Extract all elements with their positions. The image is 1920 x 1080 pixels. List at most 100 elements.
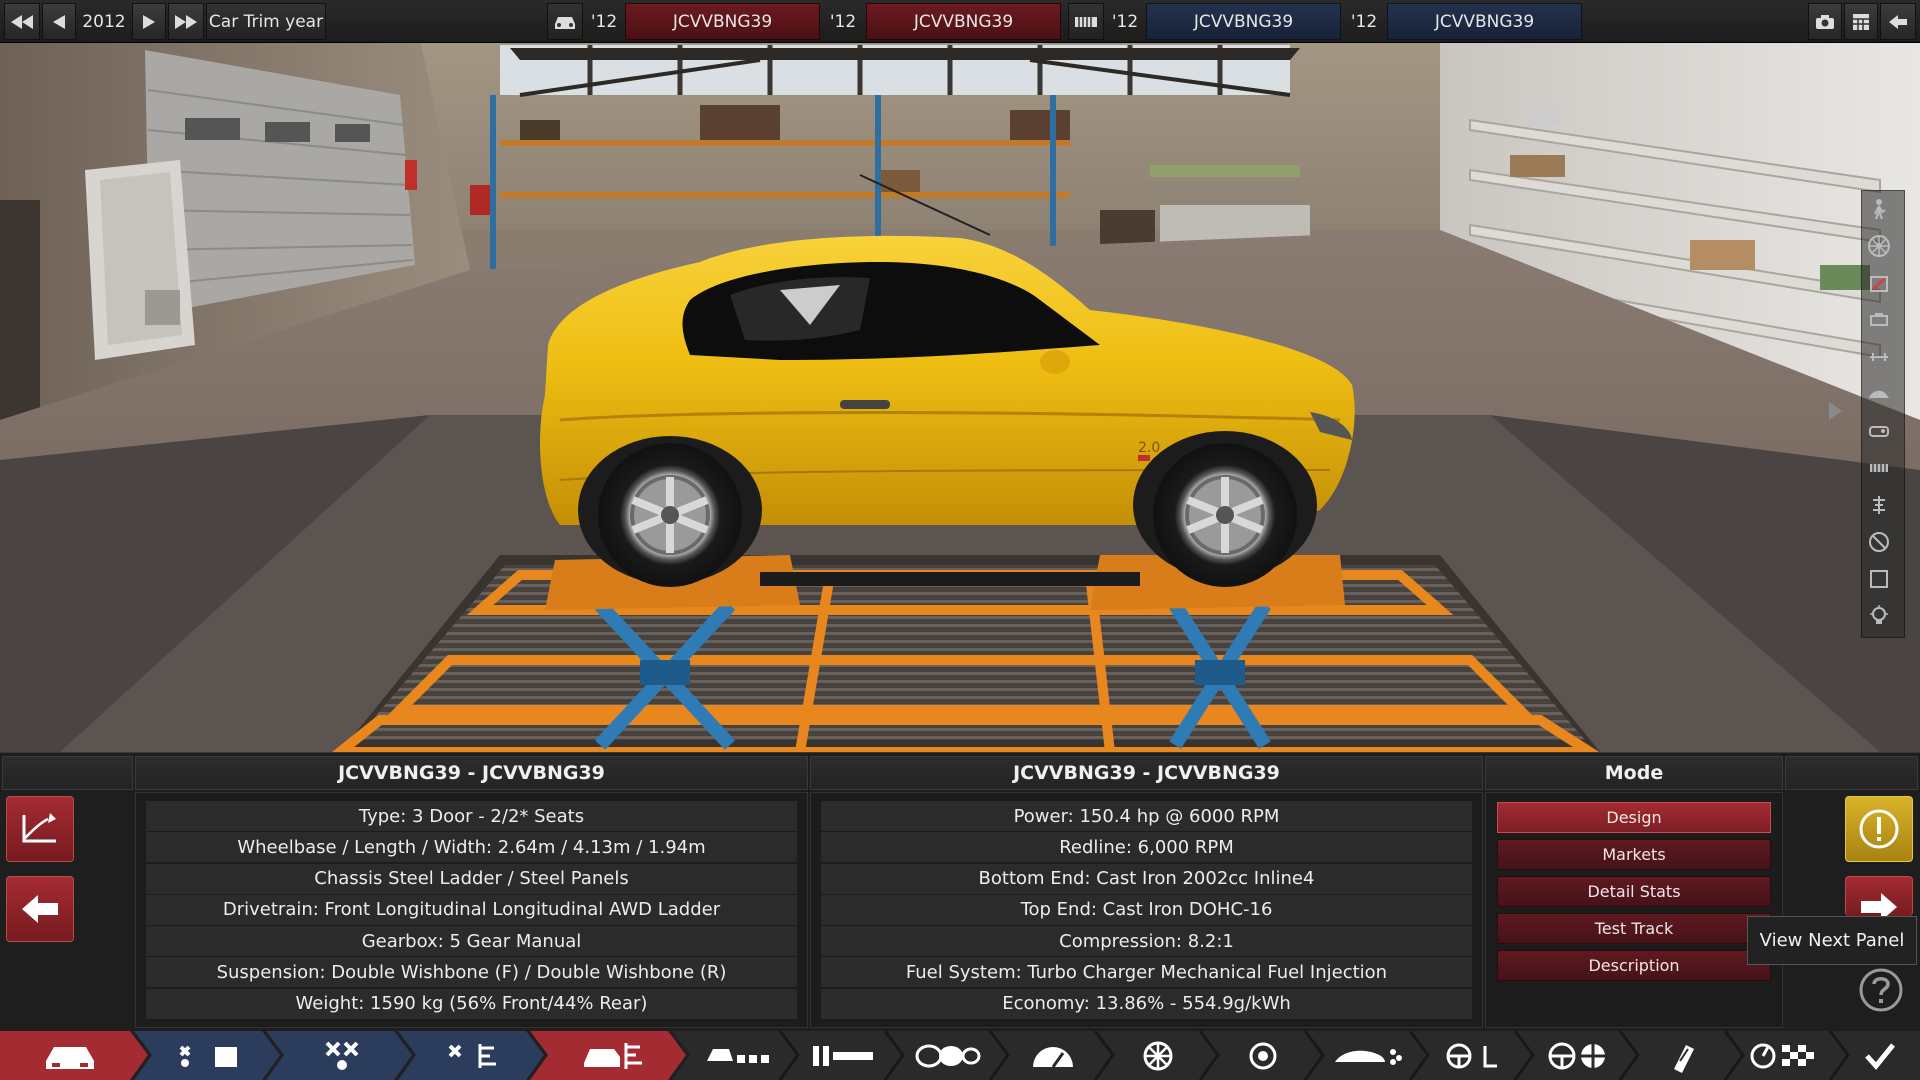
suspension-view-button[interactable] <box>1867 493 1901 527</box>
fuel-system-icon <box>448 1043 496 1068</box>
engine-family-selector[interactable]: JCVVBNG39 <box>1146 3 1341 40</box>
tab-steering[interactable] <box>1425 1031 1520 1080</box>
tab-finish[interactable] <box>1845 1031 1915 1080</box>
car-front-icon <box>46 1046 94 1069</box>
corner-arrow-icon <box>22 813 56 843</box>
checkmark-icon <box>1865 1042 1895 1070</box>
tab-engine-block[interactable] <box>155 1031 265 1080</box>
year-back-fast-button[interactable] <box>4 3 40 40</box>
calculator-button[interactable] <box>1844 3 1878 40</box>
tab-engine-head[interactable] <box>287 1031 397 1080</box>
engine-icon <box>1870 313 1888 326</box>
chassis-icon <box>1870 353 1888 361</box>
car-dimensions: Wheelbase / Length / Width: 2.64m / 4.13… <box>146 832 797 863</box>
back-button[interactable] <box>6 876 74 942</box>
engine-redline: Redline: 6,000 RPM <box>821 832 1472 863</box>
tab-test-drive[interactable] <box>1735 1031 1835 1080</box>
year-forward-button[interactable] <box>132 3 166 40</box>
tab-wheels[interactable] <box>1110 1031 1205 1080</box>
arrow-left-icon <box>22 895 58 923</box>
model-year: '12 <box>590 11 618 32</box>
expand-toolbar-button[interactable] <box>1826 400 1856 430</box>
tab-car-model[interactable] <box>20 1031 120 1080</box>
engine-bottom-end: Bottom End: Cast Iron 2002cc Inline4 <box>821 863 1472 894</box>
engine-variant-selector[interactable]: JCVVBNG39 <box>1387 3 1582 40</box>
engine-block-icon <box>1075 16 1097 27</box>
mode-test-track-button[interactable]: Test Track <box>1497 913 1771 944</box>
tab-safety[interactable] <box>1635 1031 1730 1080</box>
body-view-button[interactable] <box>1867 382 1901 416</box>
car-gearbox: Gearbox: 5 Gear Manual <box>146 926 797 957</box>
fixture-icon <box>1869 426 1889 437</box>
screenshot-button[interactable] <box>1808 3 1842 40</box>
calculator-icon <box>1853 13 1869 30</box>
tab-interior[interactable] <box>1530 1031 1625 1080</box>
year-back-button[interactable] <box>42 3 76 40</box>
steering-icon <box>1446 1043 1497 1068</box>
pistons-icon <box>325 1041 359 1070</box>
car-suspension: Suspension: Double Wishbone (F) / Double… <box>146 957 797 988</box>
engine-badge: 2.0 <box>1138 440 1160 456</box>
engine-fuel-system: Fuel System: Turbo Charger Mechanical Fu… <box>821 957 1472 988</box>
mode-description-button[interactable]: Description <box>1497 950 1771 981</box>
suspension-icon <box>1873 496 1885 514</box>
car-model-icon-button[interactable] <box>547 3 583 40</box>
tab-chassis-layout[interactable] <box>690 1031 785 1080</box>
left-column-header <box>2 756 133 790</box>
play-right-icon <box>1829 402 1842 420</box>
car-trim-selector[interactable]: JCVVBNG39 <box>866 3 1061 40</box>
engine-year: '12 <box>1111 11 1139 32</box>
engine-parts-icon <box>179 1045 237 1067</box>
next-panel-button[interactable] <box>1845 876 1913 916</box>
lightbulb-icon <box>1870 605 1888 624</box>
exhaust-icon <box>1249 1042 1276 1069</box>
trim-year: '12 <box>829 11 857 32</box>
tab-gearbox[interactable] <box>795 1031 890 1080</box>
year-value: 2012 <box>82 11 126 32</box>
tab-suspension[interactable] <box>900 1031 995 1080</box>
top-bar: 2012 Car Trim year '12 JCVVBNG39 '12 JCV… <box>0 0 1920 43</box>
tab-exhaust[interactable] <box>1215 1031 1310 1080</box>
mode-markets-button[interactable]: Markets <box>1497 839 1771 870</box>
tab-aero[interactable] <box>1320 1031 1415 1080</box>
gearbox-view-button[interactable] <box>1867 456 1901 490</box>
car-chassis: Chassis Steel Ladder / Steel Panels <box>146 863 797 894</box>
wheel-icon <box>1143 1041 1172 1070</box>
exit-button[interactable] <box>1880 3 1916 40</box>
engine-view-button[interactable] <box>1867 308 1901 342</box>
paint-icon <box>1870 276 1888 292</box>
tab-body-style[interactable] <box>555 1031 670 1080</box>
paint-view-button[interactable] <box>1867 271 1901 305</box>
car-front-icon <box>555 16 575 29</box>
engine-compression: Compression: 8.2:1 <box>821 926 1472 957</box>
arrow-right-icon <box>1861 892 1897 916</box>
fast-forward-icon <box>175 14 197 29</box>
car-model-selector[interactable]: JCVVBNG39 <box>625 3 820 40</box>
help-button[interactable] <box>1856 965 1906 1015</box>
mode-design-button[interactable]: Design <box>1497 802 1771 833</box>
undo-change-button[interactable] <box>6 796 74 862</box>
car-stats-heading: JCVVBNG39 - JCVVBNG39 <box>135 756 808 790</box>
lighting-view-button[interactable] <box>1867 604 1901 638</box>
engine-icon-button[interactable] <box>1068 3 1104 40</box>
mode-detail-stats-button[interactable]: Detail Stats <box>1497 876 1771 907</box>
car-drivetrain: Drivetrain: Front Longitudinal Longitudi… <box>146 894 797 925</box>
car-type: Type: 3 Door - 2/2* Seats <box>146 801 797 831</box>
steering-wheel-icon <box>1548 1042 1605 1069</box>
garage-viewport[interactable]: 2.0 <box>0 0 1920 752</box>
box-view-button[interactable] <box>1867 567 1901 601</box>
triangle-left-icon <box>53 14 65 29</box>
warnings-button[interactable] <box>1845 796 1913 862</box>
aero-car-icon <box>1334 1048 1402 1065</box>
car-body-icon <box>583 1042 642 1069</box>
brakes-view-button[interactable] <box>1867 530 1901 564</box>
wheel-view-button[interactable] <box>1867 234 1901 268</box>
fixture-view-button[interactable] <box>1867 419 1901 453</box>
person-icon <box>1874 199 1886 220</box>
tab-engine-fuel[interactable] <box>419 1031 529 1080</box>
chassis-view-button[interactable] <box>1867 345 1901 379</box>
spray-can-icon <box>1673 1044 1694 1073</box>
tab-brakes[interactable] <box>1005 1031 1100 1080</box>
year-forward-fast-button[interactable] <box>168 3 204 40</box>
driver-view-button[interactable] <box>1867 197 1901 231</box>
